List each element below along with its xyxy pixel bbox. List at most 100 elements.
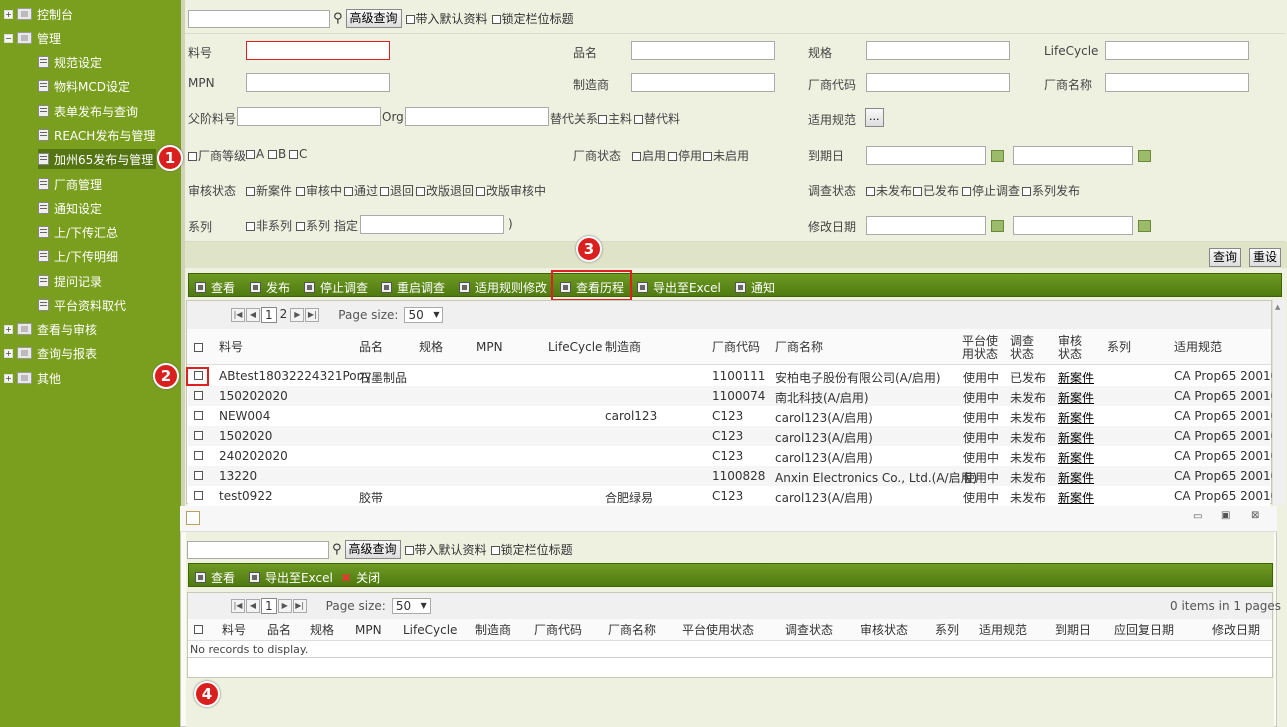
- column-header[interactable]: 厂商名称: [775, 341, 823, 354]
- part-name-field[interactable]: [631, 41, 775, 60]
- popup-column-header[interactable]: 厂商代码: [534, 624, 582, 637]
- column-header[interactable]: 调查状态: [1010, 335, 1038, 361]
- row-checkbox[interactable]: [194, 411, 203, 420]
- vendor-name-field[interactable]: [1105, 73, 1249, 92]
- expand-icon[interactable]: +: [4, 373, 13, 383]
- popup-column-header[interactable]: 品名: [267, 624, 291, 637]
- sub-part-checkbox[interactable]: 替代料: [634, 110, 680, 127]
- nav-item-query-report[interactable]: + 查询与报表: [4, 343, 97, 363]
- review-status-link[interactable]: 新案件: [1058, 409, 1094, 426]
- popup-column-header[interactable]: 修改日期: [1212, 624, 1260, 637]
- popup-column-header[interactable]: 适用规范: [979, 624, 1027, 637]
- stop-survey-button[interactable]: 停止调查: [304, 279, 368, 296]
- nav-item-transfer-summary[interactable]: 上/下传汇总: [38, 222, 118, 242]
- due-date-from[interactable]: [866, 146, 986, 165]
- nav-item-vendor[interactable]: 厂商管理: [38, 174, 102, 194]
- popup-column-header[interactable]: 制造商: [475, 624, 511, 637]
- rev-returned-checkbox[interactable]: 改版退回: [416, 182, 474, 199]
- column-header[interactable]: LifeCycle: [548, 341, 602, 354]
- due-date-to[interactable]: [1013, 146, 1133, 165]
- not-enabled-checkbox[interactable]: 未启用: [703, 147, 749, 164]
- export-excel-button[interactable]: 导出至Excel: [637, 279, 721, 296]
- rule-modify-button[interactable]: 适用规则修改: [459, 279, 547, 296]
- restart-survey-button[interactable]: 重启调查: [381, 279, 445, 296]
- nav-item-prop65[interactable]: 加州65发布与管理: [38, 149, 157, 169]
- search-icon[interactable]: ⚲: [333, 11, 343, 26]
- returned-checkbox[interactable]: 退回: [380, 182, 414, 199]
- in-review-checkbox[interactable]: 审核中: [296, 182, 342, 199]
- popup-page-size-select[interactable]: 50 ▼: [391, 598, 431, 614]
- popup-column-header[interactable]: LifeCycle: [403, 624, 457, 637]
- calendar-icon[interactable]: [991, 220, 1004, 232]
- review-status-link[interactable]: 新案件: [1058, 369, 1094, 386]
- popup-column-header[interactable]: 到期日: [1055, 624, 1091, 637]
- popup-column-header[interactable]: 系列: [935, 624, 959, 637]
- column-header[interactable]: 料号: [219, 341, 243, 354]
- search-icon[interactable]: ⚲: [332, 542, 342, 557]
- expand-icon[interactable]: +: [4, 9, 13, 19]
- review-status-link[interactable]: 新案件: [1058, 469, 1094, 486]
- popup-search-input[interactable]: [187, 540, 329, 559]
- column-header[interactable]: 厂商代码: [712, 341, 760, 354]
- new-case-checkbox[interactable]: 新案件: [246, 182, 292, 199]
- part-no-field[interactable]: [246, 41, 390, 60]
- review-status-link[interactable]: 新案件: [1058, 449, 1094, 466]
- nav-item-notify[interactable]: 通知设定: [38, 198, 102, 218]
- maximize-icon[interactable]: ▣: [1221, 510, 1230, 521]
- rev-in-review-checkbox[interactable]: 改版审核中: [476, 182, 546, 199]
- first-page-button[interactable]: |◀: [231, 308, 245, 322]
- vertical-scrollbar[interactable]: ▲: [1272, 300, 1285, 505]
- modified-date-to[interactable]: [1013, 216, 1133, 235]
- notify-button[interactable]: 通知: [735, 279, 775, 296]
- prev-page-button[interactable]: ◀: [246, 308, 260, 322]
- page-1[interactable]: 1: [261, 307, 277, 323]
- stop-survey-checkbox[interactable]: 停止调查: [962, 182, 1020, 199]
- popup-default-data-checkbox[interactable]: 带入默认资料: [404, 541, 487, 558]
- disabled-checkbox[interactable]: 停用: [668, 147, 702, 164]
- calendar-icon[interactable]: [1138, 150, 1151, 162]
- unpublished-checkbox[interactable]: 未发布: [866, 182, 912, 199]
- reset-button[interactable]: 重设: [1249, 248, 1282, 267]
- nav-item-form-publish[interactable]: 表单发布与查询: [38, 101, 138, 121]
- row-checkbox[interactable]: [194, 391, 203, 400]
- nav-item-dashboard[interactable]: + 控制台: [4, 4, 73, 24]
- passed-checkbox[interactable]: 通过: [344, 182, 378, 199]
- nav-item-view-review[interactable]: + 查看与审核: [4, 319, 97, 339]
- main-part-checkbox[interactable]: 主料: [598, 110, 632, 127]
- expand-icon[interactable]: +: [4, 324, 13, 334]
- popup-column-header[interactable]: 厂商名称: [608, 624, 656, 637]
- popup-column-header[interactable]: MPN: [355, 624, 382, 637]
- vendor-grade-checkbox[interactable]: 厂商等级: [188, 147, 246, 164]
- expand-icon[interactable]: +: [4, 348, 13, 358]
- spec-field[interactable]: [866, 41, 1010, 60]
- popup-export-button[interactable]: 导出至Excel: [249, 569, 333, 586]
- first-page-button[interactable]: |◀: [231, 599, 245, 613]
- default-data-checkbox[interactable]: 带入默认资料: [405, 10, 488, 27]
- nav-item-mcd-setting[interactable]: 物料MCD设定: [38, 76, 130, 96]
- page-size-select[interactable]: 50 ▼: [404, 307, 444, 323]
- popup-column-header[interactable]: 审核状态: [860, 624, 908, 637]
- parent-part-field[interactable]: [237, 107, 381, 126]
- select-all-checkbox[interactable]: [194, 343, 203, 352]
- manufacturer-field[interactable]: [631, 73, 775, 92]
- enabled-checkbox[interactable]: 启用: [632, 147, 666, 164]
- series-checkbox[interactable]: 系列: [296, 217, 330, 234]
- published-checkbox[interactable]: 已发布: [913, 182, 959, 199]
- search-input[interactable]: [188, 9, 330, 28]
- page-2[interactable]: 2: [277, 307, 291, 323]
- review-status-link[interactable]: 新案件: [1058, 389, 1094, 406]
- lock-header-checkbox[interactable]: 锁定栏位标题: [491, 10, 574, 27]
- specify-field[interactable]: [360, 215, 504, 234]
- row-checkbox[interactable]: [194, 491, 203, 500]
- nav-item-management[interactable]: − 管理: [4, 28, 61, 48]
- nav-item-spec-setting[interactable]: 规范设定: [38, 52, 102, 72]
- column-header[interactable]: 平台使用状态: [962, 335, 1000, 361]
- column-header[interactable]: 适用规范: [1174, 341, 1222, 354]
- nav-item-reach[interactable]: REACH发布与管理: [38, 125, 155, 145]
- popup-column-header[interactable]: 规格: [310, 624, 334, 637]
- popup-view-button[interactable]: 查看: [195, 569, 235, 586]
- nav-item-questions[interactable]: 提问记录: [38, 271, 102, 291]
- next-page-button[interactable]: ▶: [277, 599, 292, 613]
- popup-select-all-checkbox[interactable]: [194, 625, 203, 634]
- row-checkbox[interactable]: [194, 471, 203, 480]
